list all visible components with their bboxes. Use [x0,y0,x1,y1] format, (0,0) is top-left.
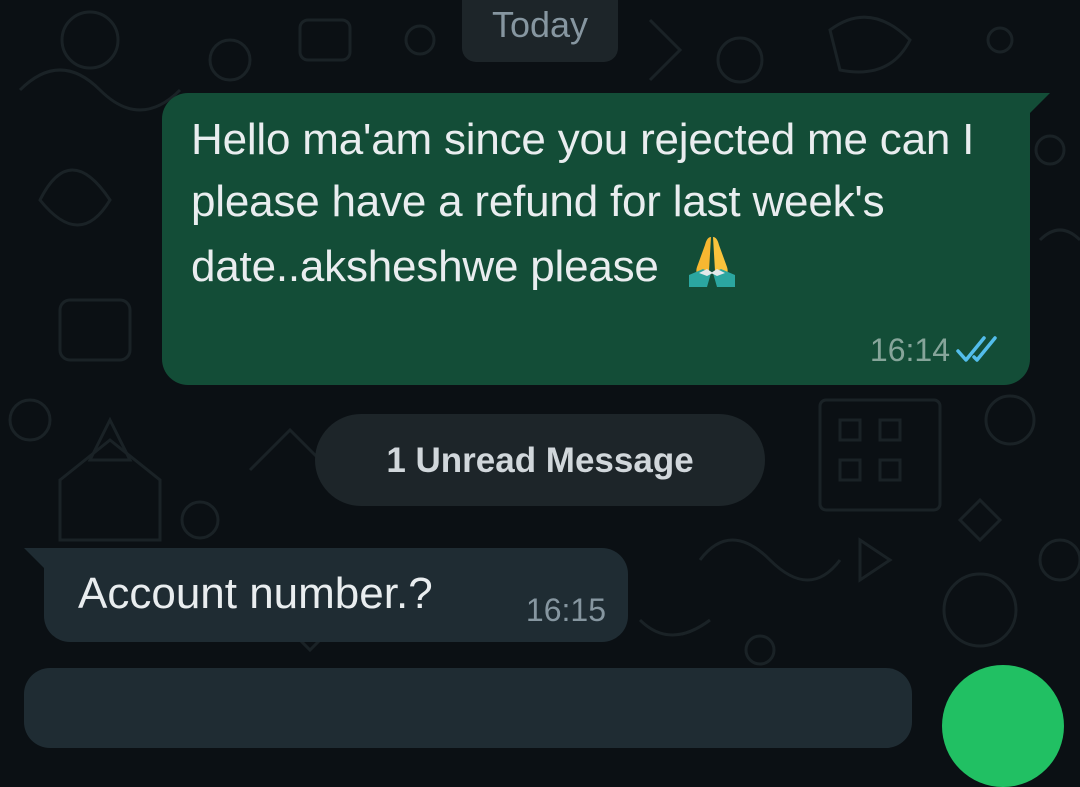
incoming-message-bubble-partial[interactable] [24,668,912,748]
outgoing-message-text-wrap: Hello ma'am since you rejected me can I … [191,109,981,298]
double-check-read-icon [956,336,997,362]
outgoing-message-bubble[interactable]: Hello ma'am since you rejected me can I … [162,93,1030,385]
outgoing-message-text: Hello ma'am since you rejected me can I … [191,115,975,291]
folded-hands-icon [688,237,735,287]
outgoing-bubble-tail [1028,93,1050,115]
date-separator: Today [462,0,618,62]
outgoing-message-time: 16:14 [869,332,950,368]
unread-messages-banner: 1 Unread Message [315,414,765,506]
incoming-message-bubble[interactable]: Account number.? 16:15 [44,548,628,642]
floating-action-button[interactable] [942,665,1064,787]
incoming-message-text: Account number.? [78,569,433,618]
incoming-bubble-tail [24,548,46,570]
incoming-message-time: 16:15 [525,592,606,628]
